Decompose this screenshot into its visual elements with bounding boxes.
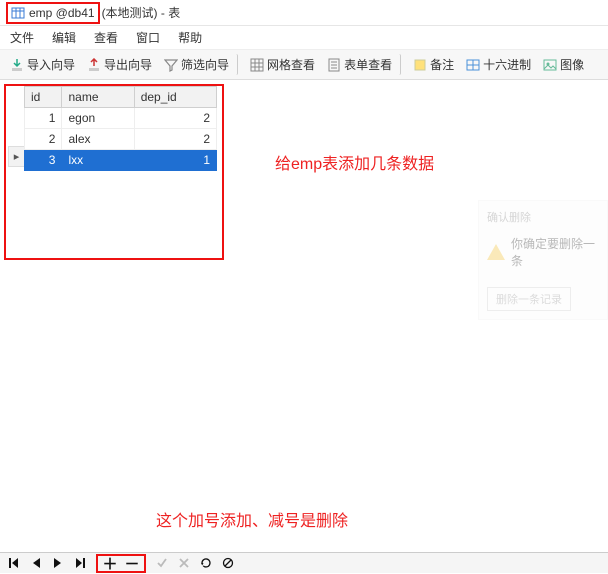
stop-button[interactable] bbox=[222, 556, 234, 570]
title-text-c: (本地测试) - 表 bbox=[102, 4, 181, 21]
menu-bar: 文件 编辑 查看 窗口 帮助 bbox=[0, 26, 608, 50]
hex-label: 十六进制 bbox=[483, 56, 531, 73]
hex-icon bbox=[466, 58, 480, 72]
commit-button[interactable] bbox=[156, 556, 168, 570]
col-dep_id[interactable]: dep_id bbox=[134, 87, 216, 108]
dialog-delete-button[interactable]: 删除一条记录 bbox=[487, 287, 571, 311]
menu-view[interactable]: 查看 bbox=[94, 29, 118, 46]
refresh-button[interactable] bbox=[200, 556, 212, 570]
table-row-selected[interactable]: 3 lxx 1 bbox=[25, 150, 217, 171]
export-wizard-button[interactable]: 导出向导 bbox=[83, 54, 156, 75]
warning-icon bbox=[487, 244, 505, 260]
menu-window[interactable]: 窗口 bbox=[136, 29, 160, 46]
row-marker: ▸ bbox=[8, 146, 24, 167]
grid-label: 网格查看 bbox=[267, 56, 315, 73]
annotation-plus-minus: 这个加号添加、减号是删除 bbox=[156, 507, 348, 531]
cell-name[interactable]: lxx bbox=[62, 150, 134, 171]
table-highlight-box: ▸ id name dep_id 1 egon 2 2 alex 2 bbox=[4, 84, 224, 260]
cell-id[interactable]: 1 bbox=[25, 108, 62, 129]
confirm-delete-dialog: 确认删除 你确定要删除一条 删除一条记录 bbox=[478, 200, 608, 320]
last-record-button[interactable] bbox=[74, 556, 86, 570]
cell-id[interactable]: 2 bbox=[25, 129, 62, 150]
record-navigator: ＋ － bbox=[0, 552, 608, 573]
first-record-button[interactable] bbox=[8, 556, 20, 570]
grid-view-button[interactable]: 网格查看 bbox=[246, 54, 319, 75]
annotation-add-rows: 给emp表添加几条数据 bbox=[275, 150, 434, 174]
note-button[interactable]: 备注 bbox=[409, 54, 458, 75]
cell-dep_id[interactable]: 2 bbox=[134, 108, 216, 129]
menu-help[interactable]: 帮助 bbox=[178, 29, 202, 46]
prev-record-button[interactable] bbox=[30, 556, 42, 570]
import-label: 导入向导 bbox=[27, 56, 75, 73]
image-icon bbox=[543, 58, 557, 72]
title-text-b: db41 bbox=[68, 6, 95, 20]
import-wizard-button[interactable]: 导入向导 bbox=[6, 54, 79, 75]
col-name[interactable]: name bbox=[62, 87, 134, 108]
data-grid[interactable]: id name dep_id 1 egon 2 2 alex 2 3 bbox=[24, 86, 217, 171]
title-highlight-box: emp @ db41 bbox=[6, 2, 100, 24]
delete-record-button[interactable]: － bbox=[126, 556, 138, 570]
main-area: ▸ id name dep_id 1 egon 2 2 alex 2 bbox=[0, 80, 608, 552]
form-label: 表单查看 bbox=[344, 56, 392, 73]
table-row[interactable]: 1 egon 2 bbox=[25, 108, 217, 129]
image-button[interactable]: 图像 bbox=[539, 54, 588, 75]
table-app-icon bbox=[11, 6, 25, 20]
toolbar: 导入向导 导出向导 筛选向导 网格查看 表单查看 备注 十六进制 图像 bbox=[0, 50, 608, 80]
export-label: 导出向导 bbox=[104, 56, 152, 73]
filter-wizard-button[interactable]: 筛选向导 bbox=[160, 54, 238, 75]
col-id[interactable]: id bbox=[25, 87, 62, 108]
filter-label: 筛选向导 bbox=[181, 56, 229, 73]
note-label: 备注 bbox=[430, 56, 454, 73]
cancel-button[interactable] bbox=[178, 556, 190, 570]
next-record-button[interactable] bbox=[52, 556, 64, 570]
add-record-button[interactable]: ＋ bbox=[104, 556, 116, 570]
cell-name[interactable]: egon bbox=[62, 108, 134, 129]
table-row[interactable]: 2 alex 2 bbox=[25, 129, 217, 150]
title-bar: emp @ db41 (本地测试) - 表 bbox=[0, 0, 608, 26]
grid-icon bbox=[250, 58, 264, 72]
title-text-a: emp @ bbox=[29, 6, 68, 20]
menu-edit[interactable]: 编辑 bbox=[52, 29, 76, 46]
dialog-title: 确认删除 bbox=[487, 209, 599, 225]
cell-dep_id[interactable]: 2 bbox=[134, 129, 216, 150]
plus-minus-highlight-box: ＋ － bbox=[96, 554, 146, 573]
dialog-message: 你确定要删除一条 bbox=[511, 235, 599, 269]
cell-name[interactable]: alex bbox=[62, 129, 134, 150]
hex-button[interactable]: 十六进制 bbox=[462, 54, 535, 75]
form-icon bbox=[327, 58, 341, 72]
cell-dep_id[interactable]: 1 bbox=[134, 150, 216, 171]
note-icon bbox=[413, 58, 427, 72]
export-icon bbox=[87, 58, 101, 72]
image-label: 图像 bbox=[560, 56, 584, 73]
menu-file[interactable]: 文件 bbox=[10, 29, 34, 46]
form-view-button[interactable]: 表单查看 bbox=[323, 54, 401, 75]
filter-icon bbox=[164, 58, 178, 72]
cell-id[interactable]: 3 bbox=[25, 150, 62, 171]
import-icon bbox=[10, 58, 24, 72]
